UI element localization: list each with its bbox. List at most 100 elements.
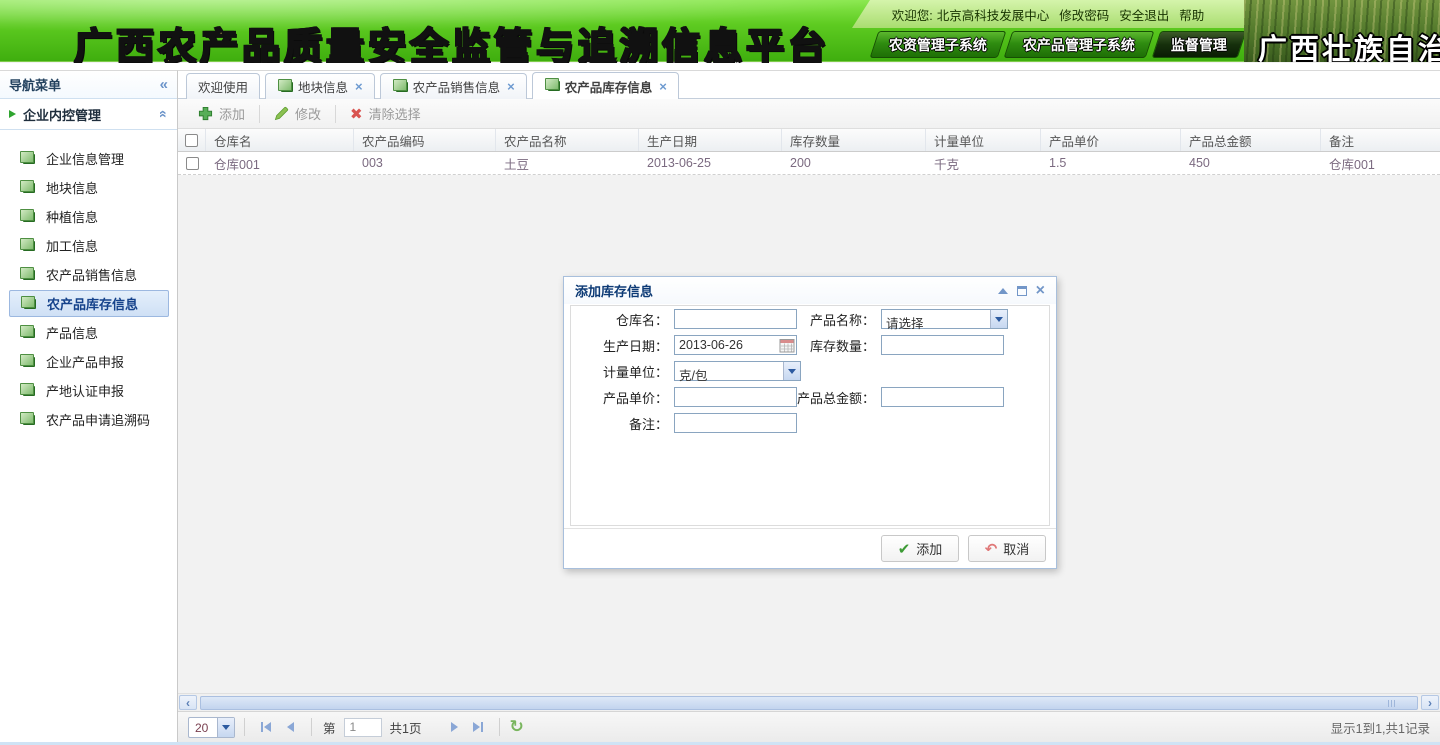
welcome-user: 北京高科技发展中心 [937, 5, 1050, 24]
sidebar-item-planting-info[interactable]: 种植信息 [0, 202, 177, 231]
app-root: 广西农产品质量安全监管与追溯信息平台 欢迎您: 北京高科技发展中心 修改密码 安… [0, 0, 1440, 745]
triangle-right-icon [9, 110, 16, 118]
column-header-product-name[interactable]: 农产品名称 [496, 129, 639, 151]
cell-warehouse: 仓库001 [206, 152, 354, 174]
first-page-button[interactable] [254, 717, 278, 737]
horizontal-scrollbar: ‹ › [178, 693, 1440, 711]
calendar-icon[interactable] [779, 338, 795, 353]
dialog-titlebar[interactable]: 添加库存信息 × [564, 277, 1056, 304]
unit-label: 计量单位： [571, 362, 674, 381]
tab-close-icon[interactable]: × [507, 79, 515, 94]
undo-arrow-icon: ↶ [985, 540, 998, 558]
change-password-link[interactable]: 修改密码 [1059, 5, 1109, 24]
tab-inventory-info[interactable]: 农产品库存信息 × [532, 72, 679, 99]
column-header-remark[interactable]: 备注 [1321, 129, 1440, 151]
sidebar-item-origin-certification[interactable]: 产地认证申报 [0, 376, 177, 405]
pagination-separator [432, 718, 433, 736]
form-row: 生产日期： 2013-06-26 库存数量： [571, 335, 1049, 355]
subsystem-tab-agri-products[interactable]: 农产品管理子系统 [1004, 31, 1155, 58]
tab-close-icon[interactable]: × [355, 79, 363, 94]
dialog-add-button[interactable]: ✔ 添加 [881, 535, 959, 562]
sidebar-item-inventory-info[interactable]: 农产品库存信息 [9, 290, 169, 317]
column-header-warehouse[interactable]: 仓库名 [206, 129, 354, 151]
chevron-down-icon[interactable] [217, 718, 234, 737]
red-x-icon: ✖ [350, 105, 363, 123]
form-row: 备注： [571, 413, 1049, 433]
collapse-icon[interactable] [998, 288, 1008, 294]
tab-sales-info[interactable]: 农产品销售信息 × [380, 73, 527, 99]
welcome-bar: 欢迎您: 北京高科技发展中心 修改密码 安全退出 帮助 [852, 0, 1244, 28]
maximize-icon[interactable] [1017, 286, 1027, 296]
warehouse-name-field[interactable] [674, 309, 797, 329]
subsystem-tab-agri-materials[interactable]: 农资管理子系统 [870, 31, 1007, 58]
last-page-button[interactable] [466, 717, 490, 737]
document-stack-icon [396, 82, 408, 92]
production-date-field[interactable]: 2013-06-26 [674, 335, 797, 355]
column-header-production-date[interactable]: 生产日期 [639, 129, 782, 151]
page-number-input[interactable] [344, 718, 382, 737]
edit-button[interactable]: 修改 [264, 104, 331, 123]
toolbar-separator [335, 105, 336, 123]
remark-label: 备注： [571, 414, 674, 433]
document-stack-icon [23, 183, 35, 193]
column-header-stock-qty[interactable]: 库存数量 [782, 129, 926, 151]
sidebar-item-product-declaration[interactable]: 企业产品申报 [0, 347, 177, 376]
subsystem-tab-supervision[interactable]: 监督管理 [1152, 31, 1247, 58]
select-all-checkbox[interactable] [185, 134, 198, 147]
product-name-select[interactable]: 请选择 [881, 309, 1008, 329]
tab-label: 农产品库存信息 [565, 77, 653, 96]
remark-field[interactable] [674, 413, 797, 433]
tab-plot-info[interactable]: 地块信息 × [265, 73, 375, 99]
cell-unit-price: 1.5 [1041, 152, 1181, 174]
unit-value: 克/包 [675, 362, 783, 380]
header-divider [0, 63, 1440, 70]
chevron-down-icon[interactable] [990, 310, 1007, 328]
dialog-title: 添加库存信息 [575, 281, 998, 300]
next-page-button[interactable] [442, 717, 466, 737]
scroll-left-button[interactable]: ‹ [179, 695, 197, 710]
column-header-unit[interactable]: 计量单位 [926, 129, 1041, 151]
chevron-down-icon[interactable] [783, 362, 800, 380]
prev-page-button[interactable] [278, 717, 302, 737]
sidebar-item-label: 产品信息 [46, 323, 98, 342]
triangle-right-icon [473, 722, 480, 732]
pagination-separator [311, 718, 312, 736]
sidebar-section-internal-control[interactable]: 企业内控管理 « [0, 99, 177, 130]
help-link[interactable]: 帮助 [1179, 5, 1204, 24]
document-stack-icon [281, 82, 293, 92]
unit-select[interactable]: 克/包 [674, 361, 801, 381]
unit-price-field[interactable] [674, 387, 797, 407]
column-header-product-code[interactable]: 农产品编码 [354, 129, 496, 151]
sidebar-item-product-info[interactable]: 产品信息 [0, 318, 177, 347]
dialog-cancel-button[interactable]: ↶ 取消 [968, 535, 1046, 562]
welcome-prefix: 欢迎您: [892, 5, 933, 24]
add-button[interactable]: 添加 [188, 104, 255, 123]
sidebar-header: 导航菜单 « [0, 71, 177, 99]
sidebar-item-sales-info[interactable]: 农产品销售信息 [0, 260, 177, 289]
chevron-up-double-icon[interactable]: « [156, 110, 172, 118]
tab-welcome[interactable]: 欢迎使用 [186, 73, 260, 99]
scroll-right-button[interactable]: › [1421, 695, 1439, 710]
column-header-total-amount[interactable]: 产品总金额 [1181, 129, 1321, 151]
stock-qty-field[interactable] [881, 335, 1004, 355]
total-amount-field[interactable] [881, 387, 1004, 407]
scrollbar-thumb[interactable] [200, 696, 1418, 710]
sidebar-item-processing-info[interactable]: 加工信息 [0, 231, 177, 260]
tab-bar: 欢迎使用 地块信息 × 农产品销售信息 × 农产品库存信息 × [178, 71, 1440, 99]
sidebar-item-plot-info[interactable]: 地块信息 [0, 173, 177, 202]
production-date-label: 生产日期： [571, 336, 674, 355]
sidebar-item-enterprise-info[interactable]: 企业信息管理 [0, 144, 177, 173]
tab-close-icon[interactable]: × [659, 79, 667, 94]
close-icon[interactable]: × [1036, 283, 1045, 299]
sidebar-item-trace-code[interactable]: 农产品申请追溯码 [0, 405, 177, 434]
row-checkbox[interactable] [186, 157, 199, 170]
page-size-select[interactable]: 20 [188, 717, 235, 738]
refresh-icon[interactable]: ↻ [509, 717, 523, 737]
document-stack-icon [23, 270, 35, 280]
column-header-unit-price[interactable]: 产品单价 [1041, 129, 1181, 151]
clear-selection-button[interactable]: ✖ 清除选择 [340, 104, 431, 123]
logout-link[interactable]: 安全退出 [1119, 5, 1169, 24]
table-row[interactable]: 仓库001 003 土豆 2013-06-25 200 千克 1.5 450 仓… [178, 152, 1440, 175]
sidebar-collapse-icon[interactable]: « [160, 76, 168, 93]
cell-unit: 千克 [926, 152, 1041, 174]
